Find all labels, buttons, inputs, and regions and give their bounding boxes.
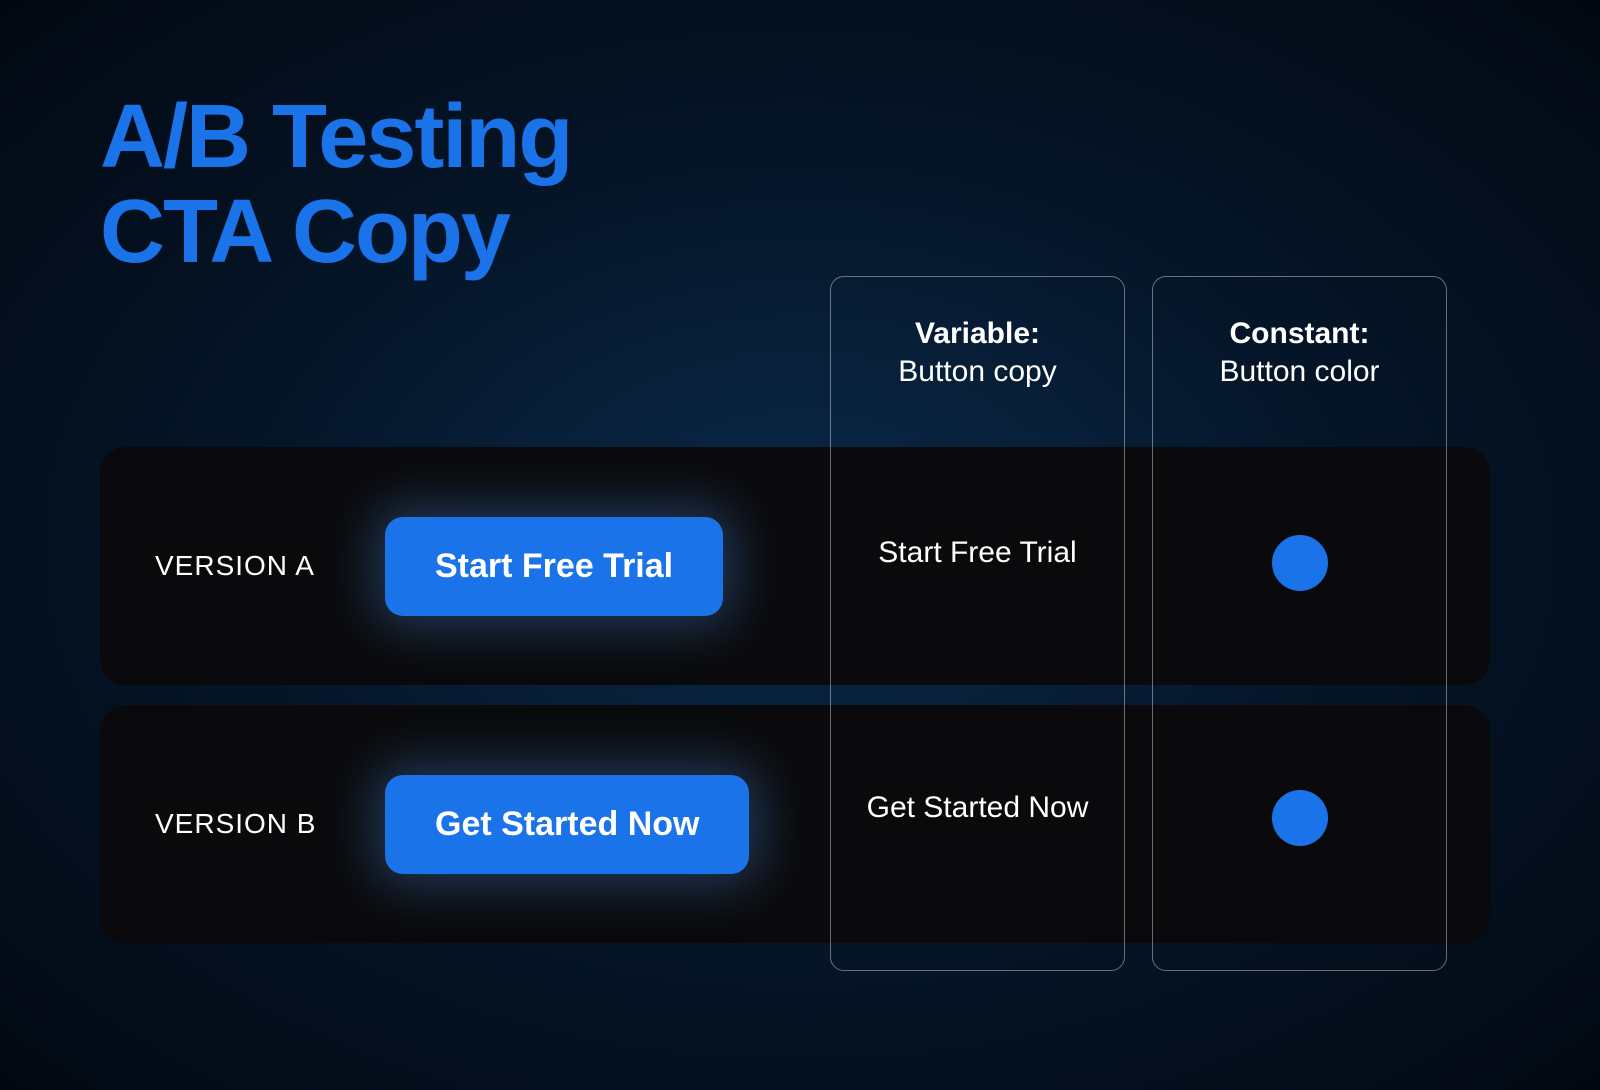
version-b-cta-button[interactable]: Get Started Now	[385, 775, 749, 874]
constant-header-sub: Button color	[1153, 353, 1446, 391]
title-line-2: CTA Copy	[100, 185, 571, 280]
versions-container: VERSION A Start Free Trial VERSION B Get…	[100, 447, 1490, 963]
variable-header-title: Variable:	[831, 315, 1124, 353]
constant-header-title: Constant:	[1153, 315, 1446, 353]
title-line-1: A/B Testing	[100, 90, 571, 185]
version-a-cta-button[interactable]: Start Free Trial	[385, 517, 723, 616]
constant-column-header: Constant: Button color	[1153, 315, 1446, 390]
page-title: A/B Testing CTA Copy	[100, 90, 571, 279]
variable-column-header: Variable: Button copy	[831, 315, 1124, 390]
version-b-label: VERSION B	[155, 808, 385, 840]
variable-header-sub: Button copy	[831, 353, 1124, 391]
version-a-label: VERSION A	[155, 550, 385, 582]
version-b-row: VERSION B Get Started Now	[100, 705, 1490, 943]
version-a-row: VERSION A Start Free Trial	[100, 447, 1490, 685]
